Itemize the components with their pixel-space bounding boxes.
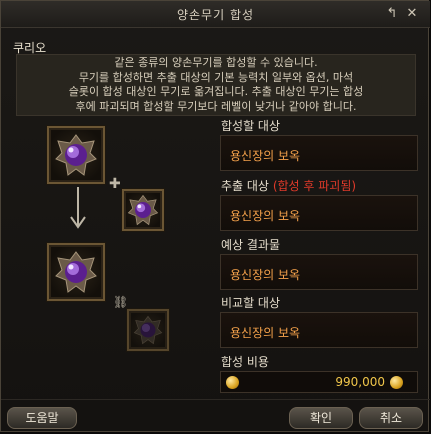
extract-label: 추출 대상 (221, 179, 269, 193)
target-label: 합성할 대상 (221, 119, 281, 133)
extract-warning: (합성 후 파괴됨) (272, 179, 357, 193)
title-bar[interactable]: 양손무기 합성 ↰ ✕ (1, 1, 430, 28)
description-line: 슬롯이 합성 대상인 무기로 옮겨집니다. 추출 대상인 무기는 합성 (68, 85, 364, 98)
dragon-orb-icon (55, 134, 97, 176)
cancel-button[interactable]: 취소 (359, 407, 423, 429)
extract-field[interactable]: 용신장의 보옥 (220, 195, 418, 231)
cost-field: 990,000 (220, 371, 418, 393)
dragon-orb-icon (133, 315, 163, 345)
coin-stack-icon (226, 376, 239, 389)
down-arrow-icon (70, 187, 86, 229)
description-line: 후에 파괴되며 합성할 무기보다 레벨이 낮거나 같아야 합니다. (75, 99, 357, 113)
dragon-orb-icon (127, 194, 159, 226)
extract-item-name: 용신장의 보옥 (230, 209, 301, 223)
restore-icon[interactable]: ↰ (384, 6, 400, 22)
compare-label: 비교할 대상 (221, 296, 281, 310)
extract-item-slot[interactable] (122, 189, 164, 231)
compare-item-slot[interactable] (127, 309, 169, 351)
confirm-button[interactable]: 확인 (289, 407, 353, 429)
description-line: 같은 종류의 양손무기를 합성할 수 있습니다. (114, 56, 318, 69)
cost-label: 합성 비용 (221, 355, 269, 369)
result-label: 예상 결과물 (221, 238, 281, 252)
target-item-name: 용신장의 보옥 (230, 149, 301, 163)
compare-item-name: 용신장의 보옥 (230, 326, 301, 340)
gold-coin-icon (390, 376, 403, 389)
plus-connector-icon: ✚ (109, 176, 121, 192)
result-item-name: 용신장의 보옥 (230, 268, 301, 282)
target-field[interactable]: 용신장의 보옥 (220, 135, 418, 171)
help-button[interactable]: 도움말 (7, 407, 77, 429)
dragon-orb-icon (55, 251, 97, 293)
description-box: 같은 종류의 양손무기를 합성할 수 있습니다. 무기를 합성하면 추출 대상의… (16, 54, 416, 116)
description-line: 무기를 합성하면 추출 대상의 기본 능력치 일부와 옵션, 마석 (78, 70, 354, 84)
close-icon[interactable]: ✕ (404, 6, 420, 22)
target-item-slot[interactable] (47, 126, 105, 184)
result-item-slot[interactable] (47, 243, 105, 301)
divider (1, 399, 430, 400)
link-connector-icon: ⛓ (113, 295, 129, 309)
cost-value: 990,000 (335, 375, 385, 389)
item-slot-panel: ✚ ⛓ (17, 121, 214, 357)
synthesis-window: 양손무기 합성 ↰ ✕ 쿠리오 같은 종류의 양손무기를 합성할 수 있습니다.… (0, 0, 430, 432)
result-field[interactable]: 용신장의 보옥 (220, 254, 418, 290)
window-title: 양손무기 합성 (176, 8, 255, 22)
compare-field[interactable]: 용신장의 보옥 (220, 312, 418, 348)
extract-label-row: 추출 대상 (합성 후 파괴됨) (221, 177, 356, 194)
